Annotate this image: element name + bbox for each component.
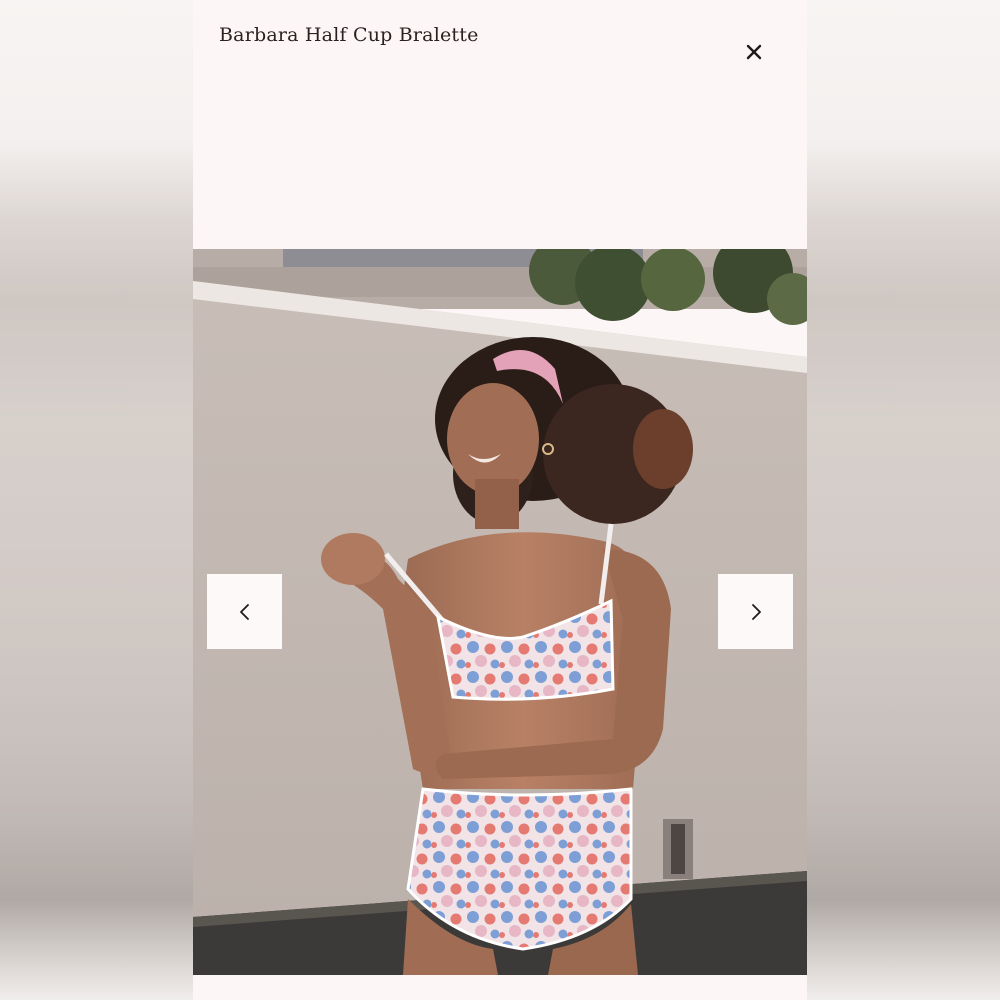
product-photo (193, 249, 807, 975)
previous-image-button[interactable] (207, 574, 282, 649)
next-image-button[interactable] (718, 574, 793, 649)
product-image-modal: Barbara Half Cup Bralette (193, 0, 807, 1000)
close-button[interactable] (740, 38, 768, 66)
product-title: Barbara Half Cup Bralette (219, 24, 479, 46)
close-icon (746, 44, 762, 60)
modal-bottom-area (193, 975, 807, 1000)
chevron-right-icon (751, 603, 761, 620)
chevron-left-icon (239, 603, 249, 620)
